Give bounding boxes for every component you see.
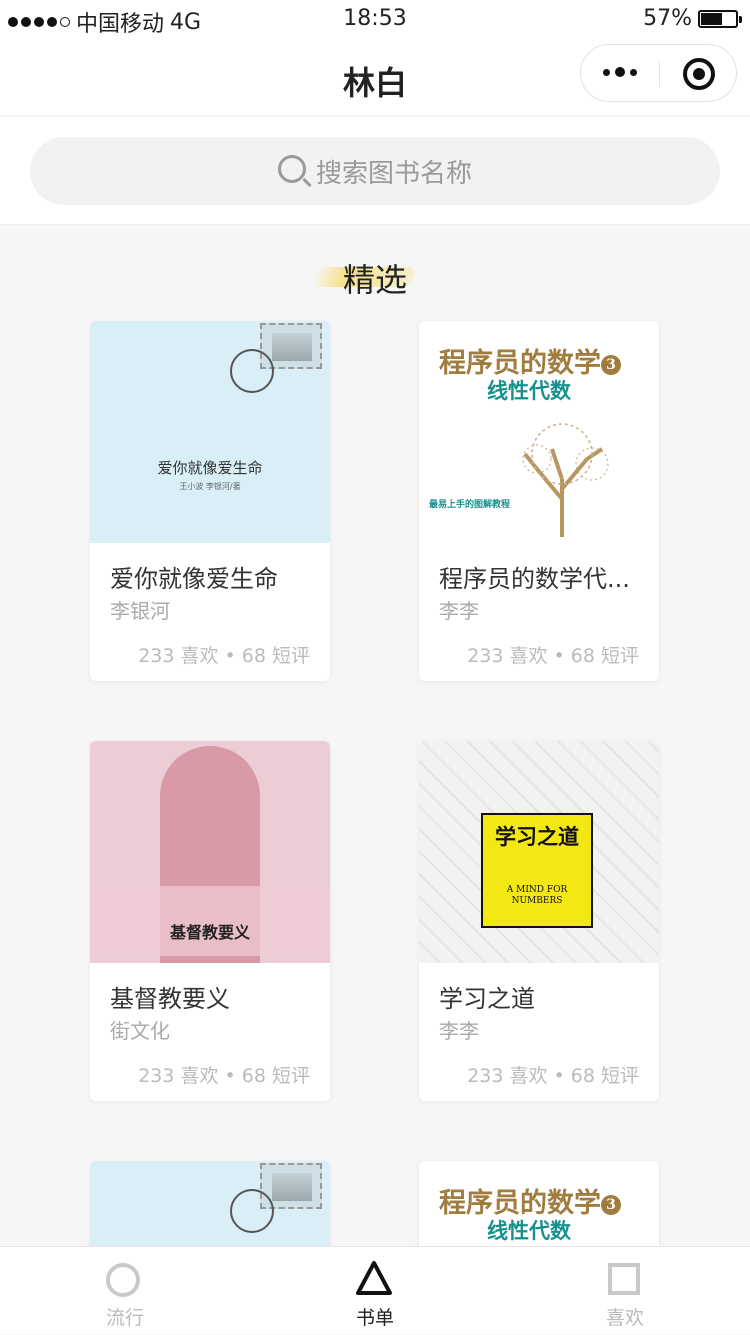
cover-title: 学习之道	[495, 824, 579, 849]
cover-subtitle: 王小波 李银河/著	[179, 482, 241, 491]
book-card[interactable]: 学习之道 A MIND FOR NUMBERS 学习之道 李李 233 喜欢 •…	[419, 741, 659, 1101]
cover-subtitle: 线性代数	[487, 1218, 571, 1243]
status-right: 57%	[643, 6, 742, 31]
book-author: 街文化	[110, 1019, 170, 1043]
battery-percent: 57%	[643, 6, 692, 31]
book-card[interactable]: 基督教要义 基督教要义 街文化 233 喜欢 • 68 短评	[90, 741, 330, 1101]
cover-title: 爱你就像爱生命	[157, 459, 263, 477]
status-time: 18:53	[343, 6, 407, 31]
section-title: 精选	[342, 261, 407, 299]
cover-subtitle: A MIND FOR NUMBERS	[506, 885, 568, 906]
book-card[interactable]: 程序员的数学 3 线性代数 最易上手的图解教程 程序员的数学代... 李李 233…	[419, 321, 659, 681]
search-input[interactable]: 搜索图书名称	[30, 137, 720, 205]
postmark	[230, 1189, 274, 1233]
tab-label: 喜欢	[605, 1307, 644, 1329]
book-cover: 基督教要义	[90, 741, 330, 963]
search-icon	[277, 155, 306, 183]
tab-bar: 流行 书单 喜欢	[0, 1246, 750, 1334]
cover-title: 基督教要义	[169, 923, 250, 942]
triangle-icon	[356, 1261, 392, 1295]
circle-icon	[106, 1263, 140, 1297]
book-stats: 233 喜欢 • 68 短评	[467, 645, 639, 667]
book-cover: 学习之道 A MIND FOR NUMBERS	[419, 741, 659, 963]
postmark	[230, 349, 274, 393]
cover-tagline: 最易上手的图解教程	[429, 500, 511, 510]
more-icon[interactable]	[603, 67, 637, 77]
cover-title-box: 学习之道 A MIND FOR NUMBERS	[481, 813, 593, 928]
square-icon	[608, 1263, 640, 1295]
tab-popular[interactable]: 流行	[0, 1247, 250, 1335]
search-placeholder: 搜索图书名称	[315, 158, 472, 189]
navigation-bar: 林白	[0, 38, 750, 116]
book-author: 李李	[439, 599, 479, 623]
cover-subtitle: 线性代数	[487, 378, 571, 403]
book-author: 李李	[439, 1019, 479, 1043]
tree-illustration	[522, 423, 609, 537]
book-stats: 233 喜欢 • 68 短评	[138, 645, 310, 667]
close-miniprogram-icon[interactable]	[683, 58, 715, 90]
book-card[interactable]: 爱你就像爱生命 王小波 李银河/著 爱你就像爱生命 李银河 233 喜欢 • 6…	[90, 321, 330, 681]
battery-icon	[698, 9, 742, 28]
tab-booklist[interactable]: 书单	[250, 1247, 500, 1335]
status-bar: 中国移动 4G 18:53 57%	[0, 0, 750, 38]
tab-label: 书单	[355, 1307, 394, 1329]
book-title: 基督教要义	[110, 985, 230, 1013]
book-title: 程序员的数学代...	[439, 565, 630, 593]
tab-favorites[interactable]: 喜欢	[500, 1247, 750, 1335]
book-stats: 233 喜欢 • 68 短评	[138, 1065, 310, 1087]
search-bar-area: 搜索图书名称	[0, 117, 750, 225]
tab-label: 流行	[105, 1307, 144, 1329]
book-cover: 程序员的数学 3 线性代数 最易上手的图解教程	[419, 321, 659, 543]
book-title: 爱你就像爱生命	[110, 565, 278, 593]
mini-program-capsule	[580, 44, 737, 102]
book-stats: 233 喜欢 • 68 短评	[467, 1065, 639, 1087]
section-header: 精选	[0, 255, 750, 301]
book-cover: 爱你就像爱生命 王小波 李银河/著	[90, 321, 330, 543]
capsule-divider	[659, 61, 660, 87]
book-title: 学习之道	[439, 985, 535, 1013]
book-author: 李银河	[110, 599, 170, 623]
